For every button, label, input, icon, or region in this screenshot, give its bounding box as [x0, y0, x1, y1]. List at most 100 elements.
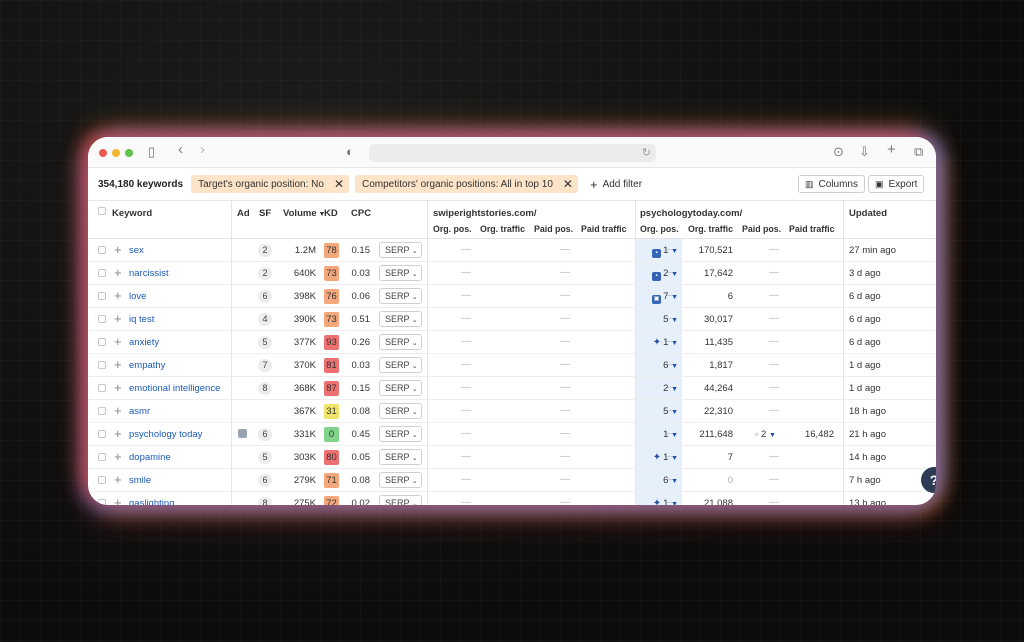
- export-button[interactable]: ▣ Export: [868, 175, 925, 193]
- serp-dropdown[interactable]: SERP ⌄: [379, 426, 422, 442]
- keyword-link[interactable]: iq test: [129, 314, 154, 325]
- serp-dropdown[interactable]: SERP ⌄: [379, 288, 422, 304]
- download-icon[interactable]: ⊙: [833, 145, 844, 159]
- reload-icon[interactable]: ↻: [642, 146, 651, 159]
- position-value[interactable]: 6 ▼: [663, 475, 678, 486]
- domain1-paid-pos-header[interactable]: Paid pos.: [534, 224, 573, 234]
- sf-count[interactable]: 2: [258, 267, 272, 280]
- filter-chip-target-position[interactable]: Target's organic position: No ✕: [191, 175, 349, 193]
- keyword-link[interactable]: emotional intelligence: [129, 383, 220, 394]
- updated-header[interactable]: Updated: [849, 208, 887, 219]
- sf-count[interactable]: 7: [258, 359, 272, 372]
- position-value[interactable]: ✦ 1 ▼: [653, 337, 678, 348]
- sidebar-toggle-icon[interactable]: ▯: [148, 145, 155, 159]
- row-checkbox[interactable]: [98, 269, 106, 277]
- sf-count[interactable]: 6: [258, 290, 272, 303]
- row-checkbox[interactable]: [98, 430, 106, 438]
- position-value[interactable]: 5 ▼: [663, 314, 678, 325]
- row-checkbox[interactable]: [98, 453, 106, 461]
- domain1-org-pos-header[interactable]: Org. pos.: [433, 224, 472, 234]
- position-value[interactable]: 1 ▼: [663, 429, 678, 440]
- columns-button[interactable]: ▥ Columns: [798, 175, 865, 193]
- keyword-link[interactable]: dopamine: [129, 452, 171, 463]
- sf-count[interactable]: 6: [258, 428, 272, 441]
- domain1-org-traffic-header[interactable]: Org. traffic: [480, 224, 525, 234]
- new-tab-icon[interactable]: +: [887, 142, 896, 157]
- sf-count[interactable]: 5: [258, 451, 272, 464]
- position-value[interactable]: 6 ▼: [663, 360, 678, 371]
- domain1-paid-traffic-header[interactable]: Paid traffic: [581, 224, 626, 234]
- filter-chip-competitor-positions[interactable]: Competitors' organic positions: All in t…: [355, 175, 578, 193]
- row-checkbox[interactable]: [98, 499, 106, 505]
- sf-count[interactable]: 4: [258, 313, 272, 326]
- position-value[interactable]: ✦ 1 ▼: [653, 452, 678, 463]
- tabs-overview-icon[interactable]: ⧉: [914, 145, 923, 159]
- position-value[interactable]: ▪ 1 ▼: [652, 245, 678, 258]
- serp-dropdown[interactable]: SERP ⌄: [379, 242, 422, 258]
- keyword-link[interactable]: smile: [129, 475, 151, 486]
- row-checkbox[interactable]: [98, 361, 106, 369]
- cpc-header[interactable]: CPC: [351, 208, 371, 219]
- share-icon[interactable]: ⇩: [859, 145, 870, 159]
- sf-count[interactable]: 2: [258, 244, 272, 257]
- sf-count[interactable]: 8: [258, 382, 272, 395]
- sf-count[interactable]: 6: [258, 474, 272, 487]
- domain2-org-traffic-header[interactable]: Org. traffic: [688, 224, 733, 234]
- position-value[interactable]: 5 ▼: [663, 406, 678, 417]
- keyword-link[interactable]: love: [129, 291, 146, 302]
- add-keyword-icon[interactable]: +: [114, 403, 122, 418]
- paid-position-value[interactable]: ▫ 2 ▼: [755, 429, 776, 440]
- add-keyword-icon[interactable]: +: [114, 449, 122, 464]
- serp-dropdown[interactable]: SERP ⌄: [379, 265, 422, 281]
- position-value[interactable]: ▣ 7 ▼: [652, 291, 678, 304]
- add-filter-button[interactable]: + Add filter: [590, 177, 642, 192]
- row-checkbox[interactable]: [98, 338, 106, 346]
- sf-count[interactable]: 5: [258, 336, 272, 349]
- volume-header[interactable]: Volume ▼: [283, 208, 325, 219]
- domain1-header[interactable]: swiperightstories.com/: [433, 208, 536, 219]
- serp-dropdown[interactable]: SERP ⌄: [379, 380, 422, 396]
- domain2-header[interactable]: psychologytoday.com/: [640, 208, 742, 219]
- back-icon[interactable]: ‹: [178, 142, 183, 157]
- add-keyword-icon[interactable]: +: [114, 288, 122, 303]
- domain2-paid-pos-header[interactable]: Paid pos.: [742, 224, 781, 234]
- maximize-window-button[interactable]: [125, 149, 133, 157]
- row-checkbox[interactable]: [98, 292, 106, 300]
- position-value[interactable]: 2 ▼: [663, 383, 678, 394]
- serp-dropdown[interactable]: SERP ⌄: [379, 357, 422, 373]
- keyword-link[interactable]: sex: [129, 245, 144, 256]
- close-icon[interactable]: ✕: [334, 177, 344, 191]
- position-value[interactable]: ✦ 1 ▼: [653, 498, 678, 505]
- address-bar[interactable]: ↻: [369, 144, 656, 162]
- close-icon[interactable]: ✕: [563, 177, 573, 191]
- add-keyword-icon[interactable]: +: [114, 265, 122, 280]
- keyword-link[interactable]: empathy: [129, 360, 165, 371]
- minimize-window-button[interactable]: [112, 149, 120, 157]
- keyword-link[interactable]: narcissist: [129, 268, 169, 279]
- keyword-link[interactable]: asmr: [129, 406, 150, 417]
- keyword-link[interactable]: anxiety: [129, 337, 159, 348]
- serp-dropdown[interactable]: SERP ⌄: [379, 449, 422, 465]
- row-checkbox[interactable]: [98, 315, 106, 323]
- row-checkbox[interactable]: [98, 407, 106, 415]
- ad-header[interactable]: Ad: [237, 208, 250, 219]
- row-checkbox[interactable]: [98, 246, 106, 254]
- serp-dropdown[interactable]: SERP ⌄: [379, 311, 422, 327]
- sf-header[interactable]: SF: [259, 208, 271, 219]
- add-keyword-icon[interactable]: +: [114, 242, 122, 257]
- add-keyword-icon[interactable]: +: [114, 334, 122, 349]
- forward-icon[interactable]: ›: [200, 142, 205, 157]
- row-checkbox[interactable]: [98, 384, 106, 392]
- add-keyword-icon[interactable]: +: [114, 380, 122, 395]
- kd-header[interactable]: KD: [324, 208, 338, 219]
- add-keyword-icon[interactable]: +: [114, 472, 122, 487]
- privacy-shield-icon[interactable]: ◐: [346, 145, 354, 159]
- add-keyword-icon[interactable]: +: [114, 426, 122, 441]
- keyword-link[interactable]: gaslighting: [129, 498, 174, 505]
- serp-dropdown[interactable]: SERP ⌄: [379, 334, 422, 350]
- add-keyword-icon[interactable]: +: [114, 495, 122, 505]
- close-window-button[interactable]: [99, 149, 107, 157]
- select-all-checkbox[interactable]: [98, 207, 106, 215]
- serp-dropdown[interactable]: SERP ⌄: [379, 495, 422, 505]
- add-keyword-icon[interactable]: +: [114, 357, 122, 372]
